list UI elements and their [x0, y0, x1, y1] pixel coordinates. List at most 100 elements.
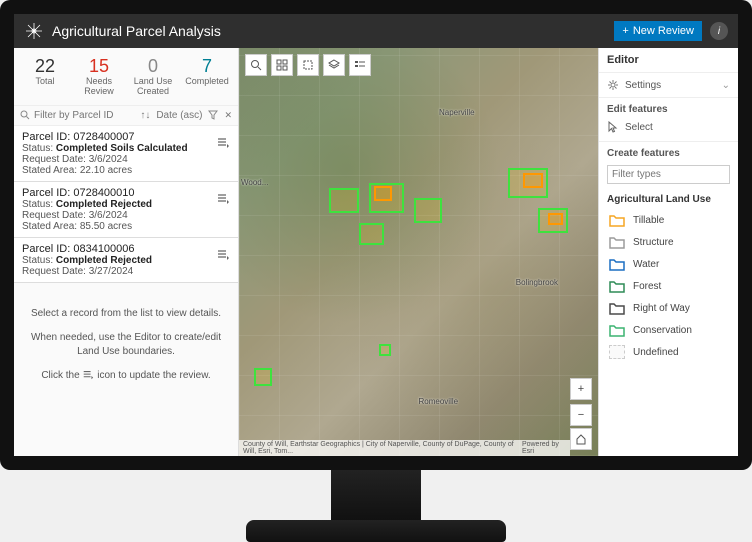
map-label: Naperville: [439, 108, 475, 117]
feature-label: Forest: [633, 281, 661, 292]
stat-landuse-value: 0: [126, 56, 180, 77]
instruction-line: Click the icon to update the review.: [24, 369, 228, 383]
parcel-overlay[interactable]: [523, 173, 543, 188]
home-extent-button[interactable]: [570, 428, 592, 450]
status-prefix: Status:: [22, 199, 56, 210]
filter-clear-icon[interactable]: ✕: [224, 110, 232, 121]
list-item[interactable]: Parcel ID: 0728400007 Status: Completed …: [14, 126, 238, 182]
feature-template-undefined[interactable]: Undefined: [599, 341, 738, 363]
feature-label: Structure: [633, 237, 674, 248]
stated-area: Stated Area: 22.10 acres: [22, 165, 230, 176]
status-prefix: Status:: [22, 255, 56, 266]
parcel-overlay[interactable]: [548, 213, 563, 225]
feature-template-tillable[interactable]: Tillable: [599, 209, 738, 231]
parcel-overlay[interactable]: [359, 223, 384, 245]
stat-completed-label: Completed: [180, 77, 234, 87]
search-icon: [20, 110, 30, 120]
status-value: Completed Rejected: [56, 255, 152, 266]
parcel-overlay[interactable]: [254, 368, 272, 386]
gear-icon: [607, 79, 619, 91]
new-review-label: New Review: [633, 25, 694, 37]
editor-select-tool[interactable]: Select: [599, 117, 738, 142]
status-value: Completed Rejected: [56, 199, 152, 210]
feature-template-water[interactable]: Water: [599, 253, 738, 275]
filter-types-input[interactable]: [607, 165, 730, 184]
blank-icon: [609, 345, 625, 359]
folder-icon: [609, 235, 625, 249]
feature-template-structure[interactable]: Structure: [599, 231, 738, 253]
status-value: Completed Soils Calculated: [56, 143, 188, 154]
map-label: Bolingbrook: [516, 278, 558, 287]
zoom-in-button[interactable]: +: [570, 378, 592, 400]
list-item[interactable]: Parcel ID: 0728400010 Status: Completed …: [14, 182, 238, 238]
stat-needs-review[interactable]: 15 Needs Review: [72, 56, 126, 97]
edit-features-label: Edit features: [599, 98, 738, 117]
map-canvas[interactable]: Naperville Bolingbrook Romeoville Wood..…: [239, 48, 598, 456]
attrib-left: County of Will, Earthstar Geographics | …: [243, 441, 522, 455]
editor-title: Editor: [599, 48, 738, 73]
create-features-label: Create features: [599, 142, 738, 161]
app-title: Agricultural Parcel Analysis: [52, 23, 614, 39]
feature-template-conservation[interactable]: Conservation: [599, 319, 738, 341]
parcel-overlay[interactable]: [374, 186, 392, 201]
review-edit-icon[interactable]: [216, 192, 230, 206]
map-sketch-button[interactable]: [297, 54, 319, 76]
info-icon[interactable]: i: [710, 22, 728, 40]
stats-bar: 22 Total 15 Needs Review 0 Land Use Crea…: [14, 48, 238, 106]
request-date: Request Date: 3/6/2024: [22, 154, 230, 165]
map-search-button[interactable]: [245, 54, 267, 76]
folder-icon: [609, 257, 625, 271]
settings-label: Settings: [625, 80, 661, 91]
parcel-overlay[interactable]: [329, 188, 359, 213]
feature-category: Agricultural Land Use: [599, 190, 738, 209]
review-edit-icon[interactable]: [216, 248, 230, 262]
review-edit-icon[interactable]: [216, 136, 230, 150]
parcel-id: Parcel ID: 0728400010: [22, 187, 230, 199]
map-layers-button[interactable]: [323, 54, 345, 76]
zoom-out-button[interactable]: −: [570, 404, 592, 426]
parcel-overlay[interactable]: [379, 344, 391, 356]
stat-total-label: Total: [18, 77, 72, 87]
list-item[interactable]: Parcel ID: 0834100006 Status: Completed …: [14, 238, 238, 283]
feature-label: Conservation: [633, 325, 692, 336]
stat-land-use[interactable]: 0 Land Use Created: [126, 56, 180, 97]
parcel-id: Parcel ID: 0728400007: [22, 131, 230, 143]
records-list: Parcel ID: 0728400007 Status: Completed …: [14, 126, 238, 283]
stat-completed[interactable]: 7 Completed: [180, 56, 234, 97]
review-edit-icon: [82, 369, 94, 381]
feature-label: Undefined: [633, 347, 679, 358]
folder-icon: [609, 301, 625, 315]
filter-funnel-icon[interactable]: [208, 110, 218, 120]
chevron-down-icon: ⌄: [722, 80, 730, 91]
sort-icon[interactable]: ↑↓: [140, 110, 150, 121]
feature-label: Right of Way: [633, 303, 690, 314]
instruction-line: When needed, use the Editor to create/ed…: [24, 331, 228, 359]
parcel-id: Parcel ID: 0834100006: [22, 243, 230, 255]
stat-total[interactable]: 22 Total: [18, 56, 72, 97]
folder-icon: [609, 213, 625, 227]
instruction-text: icon to update the review.: [97, 370, 210, 381]
feature-template-right-of-way[interactable]: Right of Way: [599, 297, 738, 319]
sort-label[interactable]: Date (asc): [156, 110, 202, 121]
instruction-line: Select a record from the list to view de…: [24, 307, 228, 321]
editor-settings-toggle[interactable]: Settings ⌄: [599, 73, 738, 98]
parcel-overlay[interactable]: [414, 198, 442, 223]
stat-completed-value: 7: [180, 56, 234, 77]
feature-label: Tillable: [633, 215, 664, 226]
folder-icon: [609, 279, 625, 293]
map-legend-button[interactable]: [349, 54, 371, 76]
app-logo-icon: [24, 21, 44, 41]
map-attribution: County of Will, Earthstar Geographics | …: [239, 440, 570, 456]
cursor-icon: [607, 121, 619, 133]
stat-review-value: 15: [72, 56, 126, 77]
plus-icon: +: [622, 25, 628, 37]
status-prefix: Status:: [22, 143, 56, 154]
attrib-right: Powered by Esri: [522, 441, 566, 455]
filter-parcel-input[interactable]: [34, 110, 140, 121]
map-basemap-button[interactable]: [271, 54, 293, 76]
new-review-button[interactable]: + New Review: [614, 21, 702, 41]
request-date: Request Date: 3/6/2024: [22, 210, 230, 221]
map-label: Wood...: [241, 178, 268, 187]
feature-template-forest[interactable]: Forest: [599, 275, 738, 297]
instructions-panel: Select a record from the list to view de…: [14, 283, 238, 407]
